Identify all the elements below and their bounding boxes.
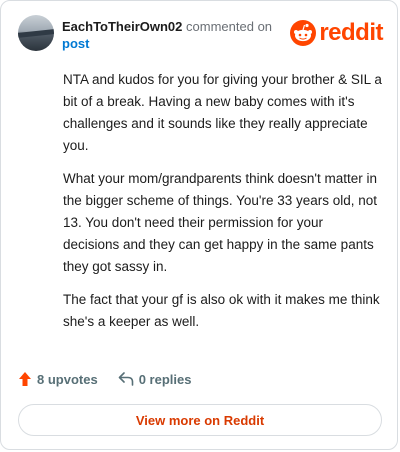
reddit-logo[interactable]: reddit [289, 19, 383, 47]
upvote-button[interactable]: 8 upvotes [18, 371, 98, 387]
reddit-wordmark: reddit [319, 19, 383, 46]
username-link[interactable]: EachToTheirOwn02 [62, 19, 182, 34]
view-more-on-reddit-button[interactable]: View more on Reddit [18, 404, 382, 436]
comment-body: NTA and kudos for you for giving your br… [63, 69, 383, 344]
byline: EachToTheirOwn02 commented on post [62, 18, 282, 52]
avatar-landscape [18, 28, 54, 39]
reply-arrow-icon [118, 372, 133, 386]
comment-actions: 8 upvotes 0 replies [18, 369, 191, 389]
upvote-count: 8 upvotes [37, 371, 98, 387]
reply-button[interactable]: 0 replies [118, 371, 192, 387]
commented-on-text: commented on [186, 19, 273, 34]
upvote-arrow-icon [19, 372, 31, 386]
comment-paragraph: What your mom/grandparents think doesn't… [63, 171, 378, 274]
reply-count: 0 replies [138, 371, 192, 387]
user-avatar[interactable] [18, 15, 54, 51]
post-link[interactable]: post [62, 36, 89, 51]
reddit-snoo-icon [290, 20, 317, 46]
comment-header: EachToTheirOwn02 commented on post reddi… [18, 15, 383, 55]
comment-paragraph: The fact that your gf is also ok with it… [63, 292, 380, 329]
embedded-comment-card: EachToTheirOwn02 commented on post reddi… [0, 0, 398, 450]
comment-paragraph: NTA and kudos for you for giving your br… [63, 72, 382, 153]
